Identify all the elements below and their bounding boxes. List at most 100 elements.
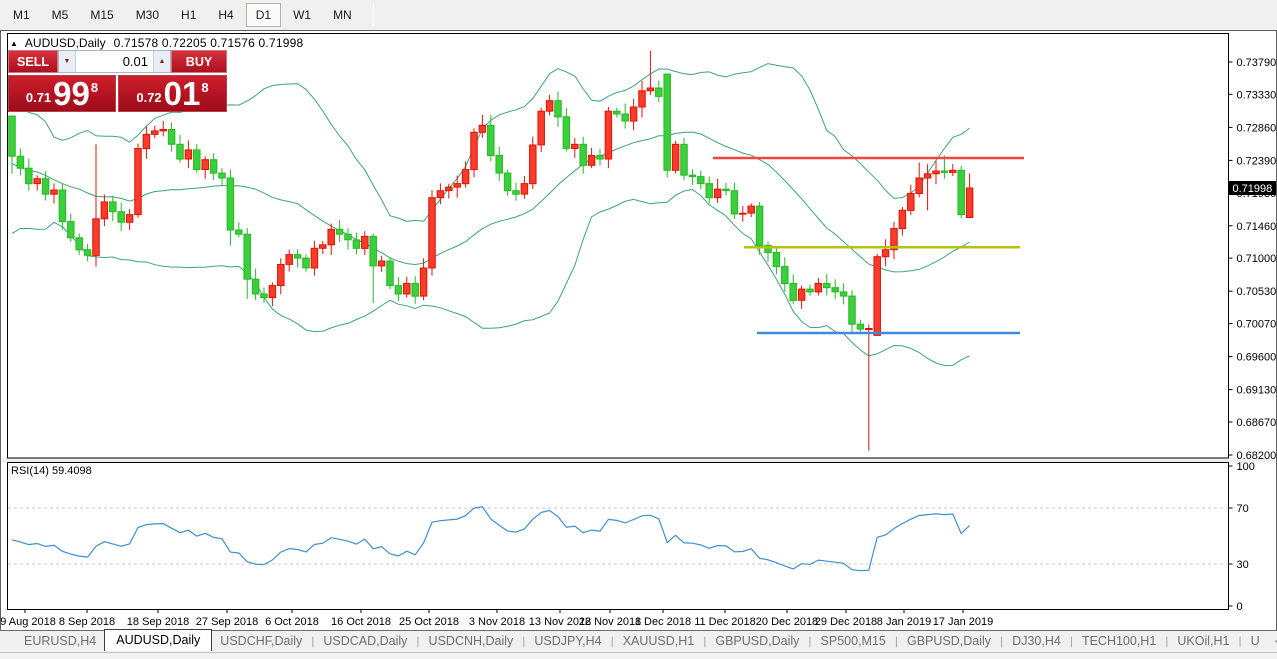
candle-body [310, 247, 319, 269]
candle-body [621, 113, 629, 122]
price-tick-label: 0.70070 [1237, 319, 1277, 331]
candle-body [419, 267, 428, 297]
candle-body [545, 100, 554, 112]
buy-button[interactable]: BUY [171, 50, 227, 73]
chart-tab-gbpusd-daily[interactable]: GBPUSD,Daily [899, 632, 999, 650]
candle-body [907, 193, 915, 211]
price-tick-label: 0.71000 [1237, 253, 1277, 265]
chart-tab-u[interactable]: U [1243, 632, 1268, 650]
candle-body [151, 130, 159, 135]
date-tick-label: 20 Dec 2018 [756, 616, 818, 628]
candle-body [50, 189, 58, 195]
chart-symbol-title: AUDUSD,Daily [24, 36, 106, 50]
candle-body [134, 148, 142, 216]
timeframe-button-mn[interactable]: MN [323, 3, 362, 27]
volume-increase-icon[interactable]: ▲ [153, 51, 170, 72]
date-tick-label: 17 Jan 2019 [933, 616, 994, 628]
timeframe-button-m15[interactable]: M15 [80, 3, 123, 27]
candle-body [100, 201, 109, 220]
tab-scroll-left-icon[interactable]: ◄ [1268, 634, 1277, 648]
candle-body [814, 283, 823, 293]
chart-tab-ukoil-h1[interactable]: UKOil,H1 [1169, 632, 1237, 650]
candle-body [646, 87, 655, 92]
candle-body [411, 283, 419, 297]
chart-tab-audusd-daily[interactable]: AUDUSD,Daily [104, 628, 213, 651]
candle-body [352, 239, 361, 249]
candle-body [344, 233, 352, 241]
timeframe-button-w1[interactable]: W1 [283, 3, 321, 27]
chart-ohlc-values: 0.71578 0.72205 0.71576 0.71998 [113, 36, 304, 50]
date-tick-label: 27 Sep 2018 [196, 616, 258, 628]
candle-body [730, 190, 739, 215]
candle-body [604, 110, 613, 160]
chart-tab-usdchf-daily[interactable]: USDCHF,Daily [212, 632, 310, 650]
candle-body [839, 291, 848, 297]
candle-body [629, 106, 638, 122]
candle-body [75, 237, 83, 251]
timeframe-button-d1[interactable]: D1 [245, 3, 282, 27]
ask-quote-button[interactable]: 0.72 01 8 [118, 75, 227, 112]
candle-body [512, 190, 520, 195]
chart-tab-gbpusd-daily[interactable]: GBPUSD,Daily [707, 632, 807, 650]
candle-body [537, 110, 545, 146]
timeframe-button-h4[interactable]: H4 [208, 3, 243, 27]
timeframe-button-m5[interactable]: M5 [42, 3, 79, 27]
candle-body [881, 249, 890, 258]
candle-body [125, 214, 134, 223]
timeframe-button-m30[interactable]: M30 [126, 3, 169, 27]
quote-row: 0.71 99 8 0.72 01 8 [8, 75, 227, 112]
candle-body [453, 183, 461, 188]
chart-tab-tech100-h1[interactable]: TECH100,H1 [1074, 632, 1164, 650]
candle-body [335, 228, 344, 235]
date-tick-label: 25 Oct 2018 [399, 616, 459, 628]
chart-tab-usdjpy-h4[interactable]: USDJPY,H4 [526, 632, 609, 650]
bottom-strip [0, 652, 1277, 659]
chart-tab-sp500-m15[interactable]: SP500,M15 [813, 632, 894, 650]
candle-body [386, 260, 394, 287]
chart-tab-eurusd-h4[interactable]: EURUSD,H4 [16, 632, 104, 650]
ask-price-prefix: 0.72 [136, 90, 162, 105]
candle-body [747, 205, 755, 214]
candle-body [243, 233, 251, 280]
timeframe-button-h1[interactable]: H1 [171, 3, 206, 27]
chart-tab-usdcad-daily[interactable]: USDCAD,Daily [315, 632, 415, 650]
bid-price-pip: 8 [90, 80, 99, 95]
candle-body [428, 197, 436, 269]
candle-body [680, 143, 688, 176]
date-tick-label: 29 Aug 2018 [0, 616, 56, 628]
volume-input[interactable]: 0.01 [76, 51, 153, 72]
collapse-triangle-icon[interactable]: ▲ [10, 39, 18, 48]
sell-button[interactable]: SELL [8, 50, 58, 73]
price-tick-label: 0.73790 [1237, 57, 1277, 69]
candle-body [268, 285, 277, 299]
bid-price-big: 99 [53, 75, 90, 112]
candle-body [932, 170, 940, 175]
pane-splitter[interactable] [2, 458, 1275, 463]
price-tick-label: 0.68670 [1237, 417, 1277, 429]
chart-tab-xauusd-h1[interactable]: XAUUSD,H1 [615, 632, 703, 650]
ask-price-big: 01 [163, 75, 201, 112]
candle-body [873, 256, 881, 336]
volume-decrease-icon[interactable]: ▼ [59, 51, 76, 72]
candle-body [41, 178, 50, 195]
candle-body [209, 159, 218, 174]
candle-body [529, 144, 537, 185]
candle-body [965, 187, 974, 218]
candle-body [705, 183, 713, 199]
chart-tab-dj30-h4[interactable]: DJ30,H4 [1004, 632, 1069, 650]
rsi-tick-label: 30 [1237, 559, 1249, 571]
chart-tab-usdcnh-daily[interactable]: USDCNH,Daily [421, 632, 522, 650]
price-tick-label: 0.72860 [1237, 122, 1277, 134]
current-price-badge-label: 0.71998 [1233, 183, 1273, 195]
candle-body [554, 100, 562, 118]
price-tick-label: 0.70530 [1237, 286, 1277, 298]
chart-tabs-bar: EURUSD,H4 AUDUSD,Daily USDCHF,Daily | USDCAD… [0, 628, 1277, 651]
bid-quote-button[interactable]: 0.71 99 8 [8, 75, 116, 112]
timeframe-button-m1[interactable]: M1 [3, 3, 40, 27]
candle-body [33, 178, 41, 185]
candle-body [739, 212, 747, 215]
candle-body [898, 209, 907, 230]
candle-body [176, 143, 184, 160]
candle-body [436, 190, 445, 199]
candle-body [8, 115, 16, 157]
